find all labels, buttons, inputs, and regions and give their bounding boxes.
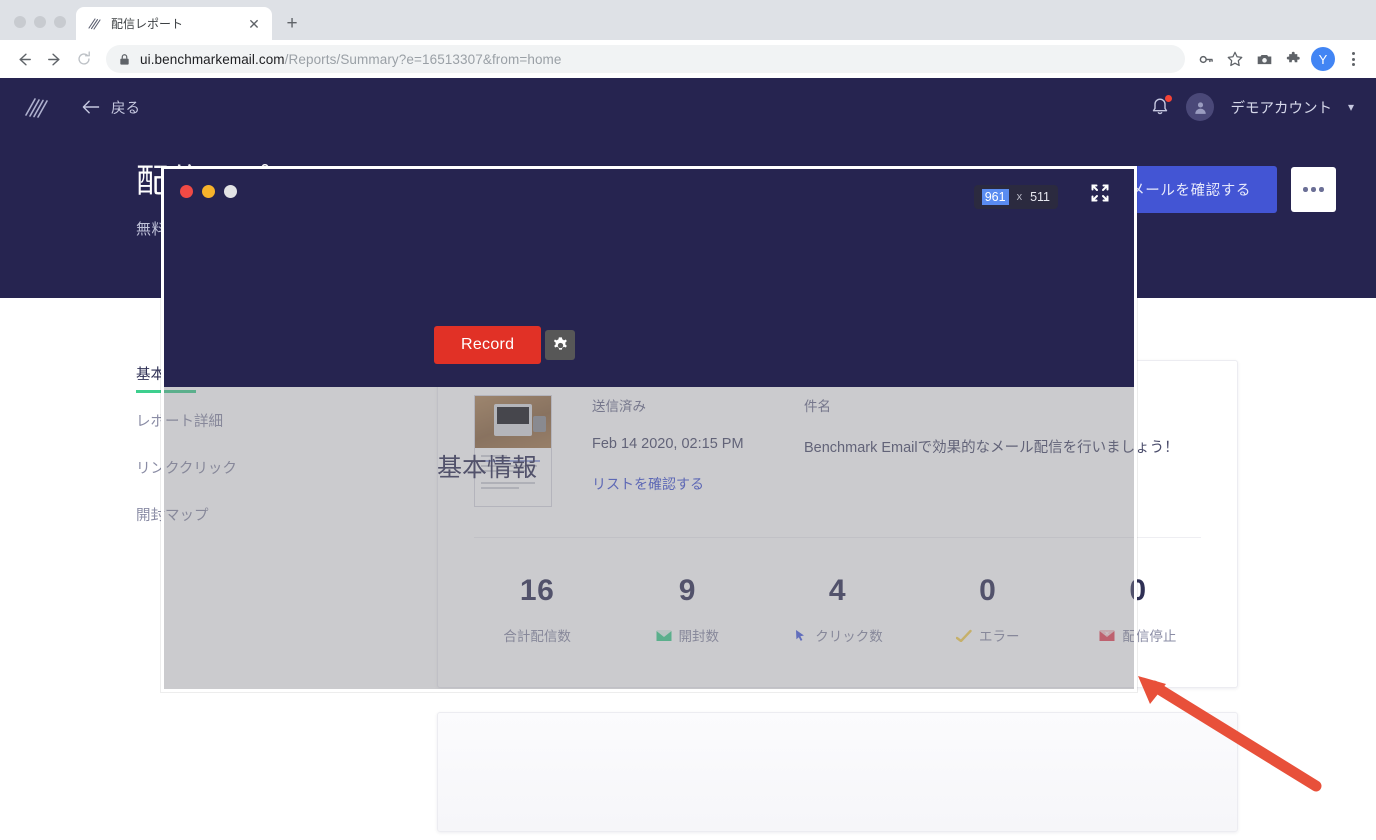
back-label: 戻る — [111, 97, 140, 118]
address-bar[interactable]: ui.benchmarkemail.com/Reports/Summary?e=… — [106, 45, 1185, 73]
account-name[interactable]: デモアカウント — [1230, 97, 1332, 118]
more-options-button[interactable] — [1291, 167, 1336, 212]
close-icon[interactable]: ✕ — [246, 16, 262, 32]
lock-icon — [118, 53, 131, 66]
capture-width-value[interactable]: 961 — [982, 189, 1009, 205]
capture-height-value[interactable]: 511 — [1030, 190, 1050, 204]
url-host: ui.benchmarkemail.com — [140, 52, 285, 67]
page-viewport: 戻る デモアカウント ▾ 配信レポート 無料トライ — [0, 78, 1376, 840]
capture-frame-header-region: 961 x 511 — [164, 169, 1134, 387]
app-topbar: 戻る デモアカウント ▾ — [0, 78, 1376, 136]
reload-icon[interactable] — [70, 45, 98, 73]
browser-window: 配信レポート ✕ + ui.benchmarkemail.com/Reports… — [0, 0, 1376, 840]
url-path: /Reports/Summary?e=16513307&from=home — [285, 52, 562, 67]
star-icon[interactable] — [1222, 46, 1248, 72]
arrow-left-icon — [82, 99, 101, 115]
back-link[interactable]: 戻る — [82, 97, 140, 118]
address-bar-url: ui.benchmarkemail.com/Reports/Summary?e=… — [140, 52, 562, 67]
secondary-card — [437, 712, 1238, 832]
user-avatar-icon[interactable] — [1186, 93, 1214, 121]
kebab-menu-icon[interactable] — [1340, 46, 1366, 72]
window-traffic-lights[interactable] — [8, 16, 76, 40]
browser-toolbar: ui.benchmarkemail.com/Reports/Summary?e=… — [0, 40, 1376, 78]
toolbar-icon-group: Y — [1193, 46, 1366, 72]
chevron-down-icon[interactable]: ▾ — [1348, 100, 1354, 114]
new-tab-button[interactable]: + — [278, 9, 306, 37]
fullscreen-expand-icon[interactable] — [1090, 183, 1110, 203]
browser-tabstrip: 配信レポート ✕ + — [0, 0, 1376, 40]
profile-avatar[interactable]: Y — [1311, 47, 1335, 71]
benchmark-logo-icon — [86, 16, 102, 32]
screen-recorder-capture-frame[interactable]: 961 x 511 — [161, 166, 1137, 692]
minimize-window-button[interactable] — [34, 16, 46, 28]
notification-dot — [1165, 95, 1172, 102]
key-icon[interactable] — [1193, 46, 1219, 72]
app-topbar-right: デモアカウント ▾ — [1150, 93, 1354, 121]
overlay-maximize-button[interactable] — [224, 185, 237, 198]
overlay-close-button[interactable] — [180, 185, 193, 198]
camera-icon[interactable] — [1251, 46, 1277, 72]
extensions-puzzle-icon[interactable] — [1280, 46, 1306, 72]
record-button[interactable]: Record — [434, 326, 541, 364]
arrow-right-icon[interactable] — [40, 45, 68, 73]
maximize-window-button[interactable] — [54, 16, 66, 28]
page-title-actions: メールを確認する — [1104, 154, 1336, 213]
benchmark-logo-icon[interactable] — [22, 94, 52, 120]
browser-tab-title: 配信レポート — [111, 15, 237, 32]
overlay-minimize-button[interactable] — [202, 185, 215, 198]
capture-frame-dim-region — [164, 387, 1134, 689]
capture-size-indicator[interactable]: 961 x 511 — [974, 185, 1058, 209]
arrow-left-icon[interactable] — [10, 45, 38, 73]
bell-icon[interactable] — [1150, 96, 1170, 118]
close-window-button[interactable] — [14, 16, 26, 28]
browser-tab[interactable]: 配信レポート ✕ — [76, 7, 272, 40]
gear-icon[interactable] — [545, 330, 575, 360]
recorder-controls: Record — [434, 326, 575, 364]
capture-size-separator: x — [1017, 191, 1023, 203]
